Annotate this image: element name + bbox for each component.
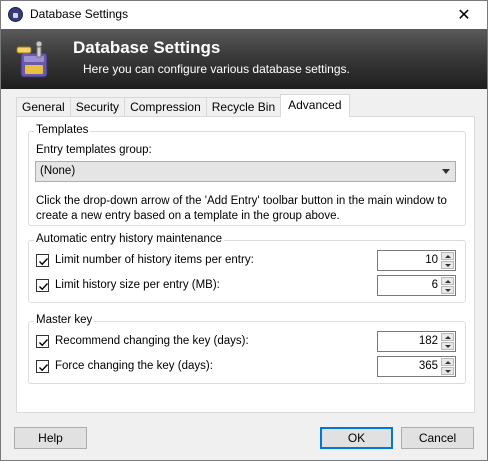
tab-general[interactable]: General <box>16 97 71 117</box>
entry-templates-group-label: Entry templates group: <box>36 144 152 156</box>
cancel-button[interactable]: Cancel <box>401 427 474 449</box>
history-size-stepper[interactable]: 6 <box>377 275 456 296</box>
stepper-up-icon[interactable] <box>441 277 454 285</box>
close-button[interactable]: ✕ <box>441 1 487 29</box>
stepper-buttons <box>441 358 454 375</box>
tab-security[interactable]: Security <box>69 97 126 117</box>
force-key-change-label: Force changing the key (days): <box>55 360 213 372</box>
limit-history-items-checkbox[interactable] <box>36 254 49 267</box>
advanced-tab-panel: Templates Entry templates group: (None) … <box>16 116 475 413</box>
force-key-days-stepper[interactable]: 365 <box>377 356 456 377</box>
recommend-key-change-label: Recommend changing the key (days): <box>55 335 249 347</box>
database-settings-icon <box>16 41 48 78</box>
stepper-buttons <box>441 333 454 350</box>
history-items-stepper[interactable]: 10 <box>377 250 456 271</box>
tab-recycle-bin[interactable]: Recycle Bin <box>205 97 282 117</box>
chevron-down-icon <box>442 169 450 174</box>
stepper-buttons <box>441 277 454 294</box>
stepper-up-icon[interactable] <box>441 333 454 341</box>
recommend-key-days-stepper[interactable]: 182 <box>377 331 456 352</box>
database-settings-window: Database Settings ✕ Database Settings He… <box>0 0 488 461</box>
help-button[interactable]: Help <box>14 427 87 449</box>
settings-tabs: General Security Compression Recycle Bin… <box>16 94 350 117</box>
checkmark-icon <box>39 339 49 347</box>
force-key-change-checkbox[interactable] <box>36 360 49 373</box>
entry-templates-group-dropdown[interactable]: (None) <box>35 161 456 182</box>
checkmark-icon <box>39 364 49 372</box>
master-key-group-label: Master key <box>34 314 95 326</box>
templates-hint: Click the drop-down arrow of the 'Add En… <box>36 195 447 222</box>
header-banner: Database Settings Here you can configure… <box>1 29 487 89</box>
window-title: Database Settings <box>30 7 129 21</box>
stepper-down-icon[interactable] <box>441 261 454 269</box>
master-key-group: Master key Recommend changing the key (d… <box>28 314 466 384</box>
stepper-up-icon[interactable] <box>441 358 454 366</box>
banner-title: Database Settings <box>73 38 221 57</box>
recommend-key-change-checkbox[interactable] <box>36 335 49 348</box>
tab-advanced[interactable]: Advanced <box>280 94 350 117</box>
limit-history-items-label: Limit number of history items per entry: <box>55 254 254 266</box>
limit-history-size-label: Limit history size per entry (MB): <box>55 279 220 291</box>
recommend-key-days-value: 182 <box>418 335 438 347</box>
templates-group-label: Templates <box>34 124 91 136</box>
history-size-value: 6 <box>431 279 438 291</box>
limit-history-size-checkbox[interactable] <box>36 279 49 292</box>
dropdown-selected-value: (None) <box>40 165 76 177</box>
banner-subtitle: Here you can configure various database … <box>83 62 350 76</box>
history-items-value: 10 <box>425 254 438 266</box>
ok-button[interactable]: OK <box>320 427 393 449</box>
title-bar[interactable]: Database Settings ✕ <box>1 1 487 29</box>
templates-group: Templates Entry templates group: (None) … <box>28 124 466 226</box>
stepper-up-icon[interactable] <box>441 252 454 260</box>
keepass-lock-icon <box>8 7 23 22</box>
tab-compression[interactable]: Compression <box>124 97 207 117</box>
stepper-buttons <box>441 252 454 269</box>
checkmark-icon <box>39 283 49 291</box>
stepper-down-icon[interactable] <box>441 367 454 375</box>
checkmark-icon <box>39 258 49 266</box>
stepper-down-icon[interactable] <box>441 342 454 350</box>
history-group-label: Automatic entry history maintenance <box>34 233 225 245</box>
stepper-down-icon[interactable] <box>441 286 454 294</box>
history-group: Automatic entry history maintenance Limi… <box>28 233 466 303</box>
force-key-days-value: 365 <box>418 360 438 372</box>
